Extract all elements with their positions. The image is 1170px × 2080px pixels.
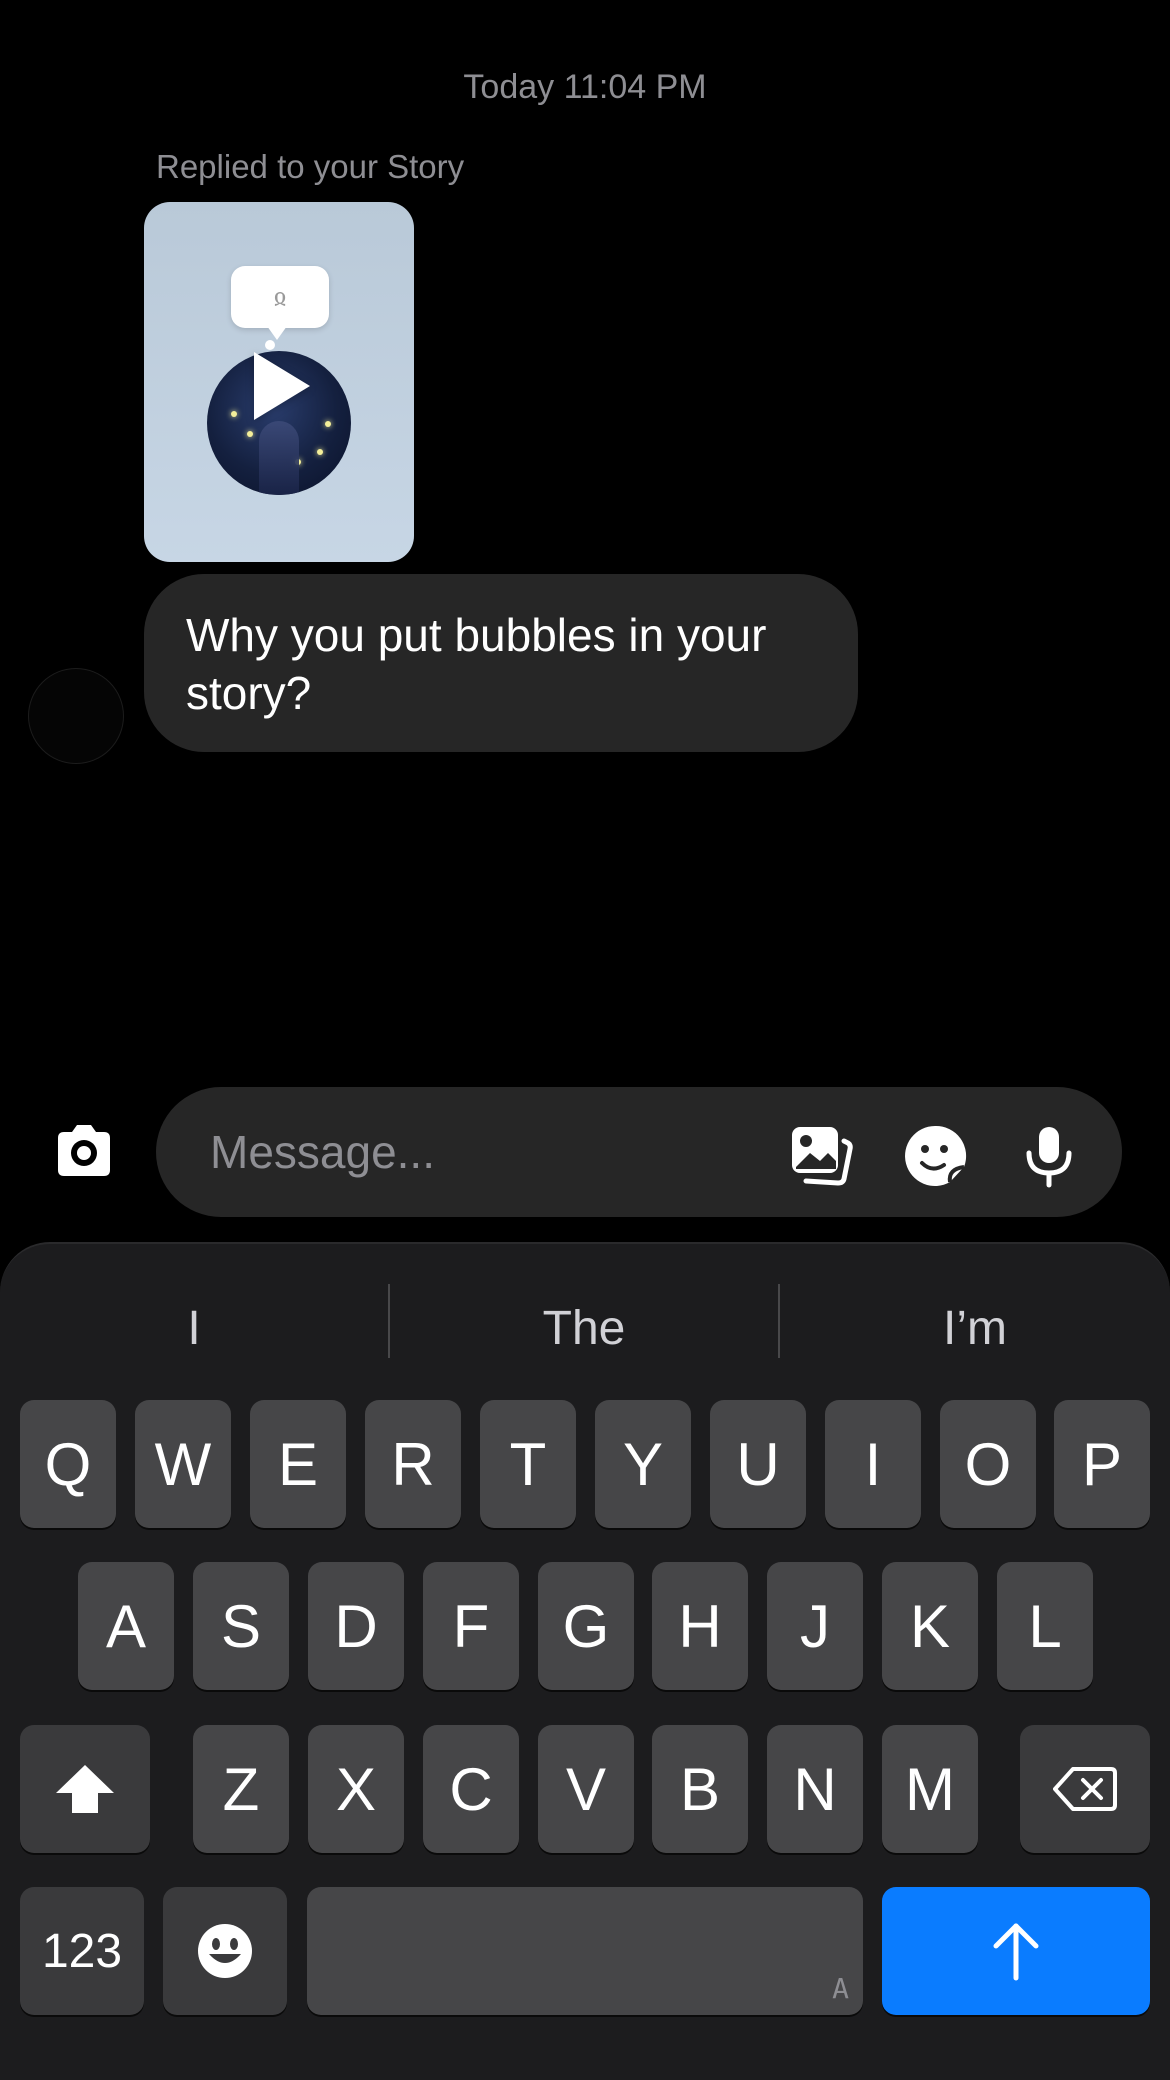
message-input[interactable]: Message...	[156, 1087, 1122, 1217]
microphone-button[interactable]	[1016, 1123, 1082, 1189]
key-f[interactable]: F	[423, 1562, 519, 1690]
send-key[interactable]	[882, 1887, 1150, 2015]
play-icon	[254, 352, 310, 420]
camera-icon	[58, 1125, 110, 1176]
key-o[interactable]: O	[940, 1400, 1036, 1528]
space-key[interactable]: A	[307, 1887, 863, 2015]
firefly-dot	[247, 431, 253, 437]
key-t[interactable]: T	[480, 1400, 576, 1528]
backspace-key[interactable]	[1020, 1725, 1150, 1853]
key-l[interactable]: L	[997, 1562, 1093, 1690]
key-c[interactable]: C	[423, 1725, 519, 1853]
key-w[interactable]: W	[135, 1400, 231, 1528]
story-figure	[259, 421, 299, 495]
key-q[interactable]: Q	[20, 1400, 116, 1528]
message-placeholder: Message...	[210, 1126, 435, 1178]
story-preview[interactable]: ჲ	[144, 202, 414, 562]
chat-timestamp: Today 11:04 PM	[463, 68, 707, 106]
key-a[interactable]: A	[78, 1562, 174, 1690]
microphone-icon	[1026, 1127, 1072, 1188]
gallery-button[interactable]	[788, 1123, 854, 1189]
key-d[interactable]: D	[308, 1562, 404, 1690]
sticker-icon	[905, 1125, 967, 1186]
key-v[interactable]: V	[538, 1725, 634, 1853]
numbers-key[interactable]: 123	[20, 1887, 144, 2015]
key-m[interactable]: M	[882, 1725, 978, 1853]
key-h[interactable]: H	[652, 1562, 748, 1690]
key-y[interactable]: Y	[595, 1400, 691, 1528]
shift-key[interactable]	[20, 1725, 150, 1853]
key-s[interactable]: S	[193, 1562, 289, 1690]
thought-bubble: ჲ	[231, 266, 329, 340]
firefly-dot	[231, 411, 237, 417]
key-k[interactable]: K	[882, 1562, 978, 1690]
shift-icon	[56, 1765, 114, 1813]
backspace-icon	[1053, 1767, 1117, 1811]
reply-label: Replied to your Story	[156, 148, 465, 185]
suggestion-1[interactable]: I	[0, 1284, 388, 1374]
emoji-key[interactable]	[163, 1887, 287, 2015]
space-hint: A	[832, 1972, 849, 2005]
key-b[interactable]: B	[652, 1725, 748, 1853]
suggestion-2[interactable]: The	[390, 1284, 778, 1374]
message-bubble: Why you put bubbles in your story?	[144, 574, 858, 752]
suggestion-3[interactable]: I’m	[780, 1284, 1170, 1374]
firefly-dot	[325, 421, 331, 427]
sticker-button[interactable]	[902, 1123, 968, 1189]
avatar[interactable]	[28, 668, 124, 764]
key-g[interactable]: G	[538, 1562, 634, 1690]
firefly-dot	[317, 449, 323, 455]
key-i[interactable]: I	[825, 1400, 921, 1528]
arrow-up-icon	[993, 1923, 1039, 1981]
gallery-icon	[792, 1127, 853, 1186]
camera-button[interactable]	[50, 1118, 118, 1186]
key-j[interactable]: J	[767, 1562, 863, 1690]
key-r[interactable]: R	[365, 1400, 461, 1528]
thought-bubble-symbol: ჲ	[273, 284, 287, 310]
key-n[interactable]: N	[767, 1725, 863, 1853]
emoji-icon	[198, 1924, 252, 1978]
keyboard: I The I’m Q W E R T Y U I O P A S D F G …	[0, 1242, 1170, 2080]
key-p[interactable]: P	[1054, 1400, 1150, 1528]
key-z[interactable]: Z	[193, 1725, 289, 1853]
key-u[interactable]: U	[710, 1400, 806, 1528]
key-x[interactable]: X	[308, 1725, 404, 1853]
key-e[interactable]: E	[250, 1400, 346, 1528]
thought-dot	[265, 340, 275, 350]
